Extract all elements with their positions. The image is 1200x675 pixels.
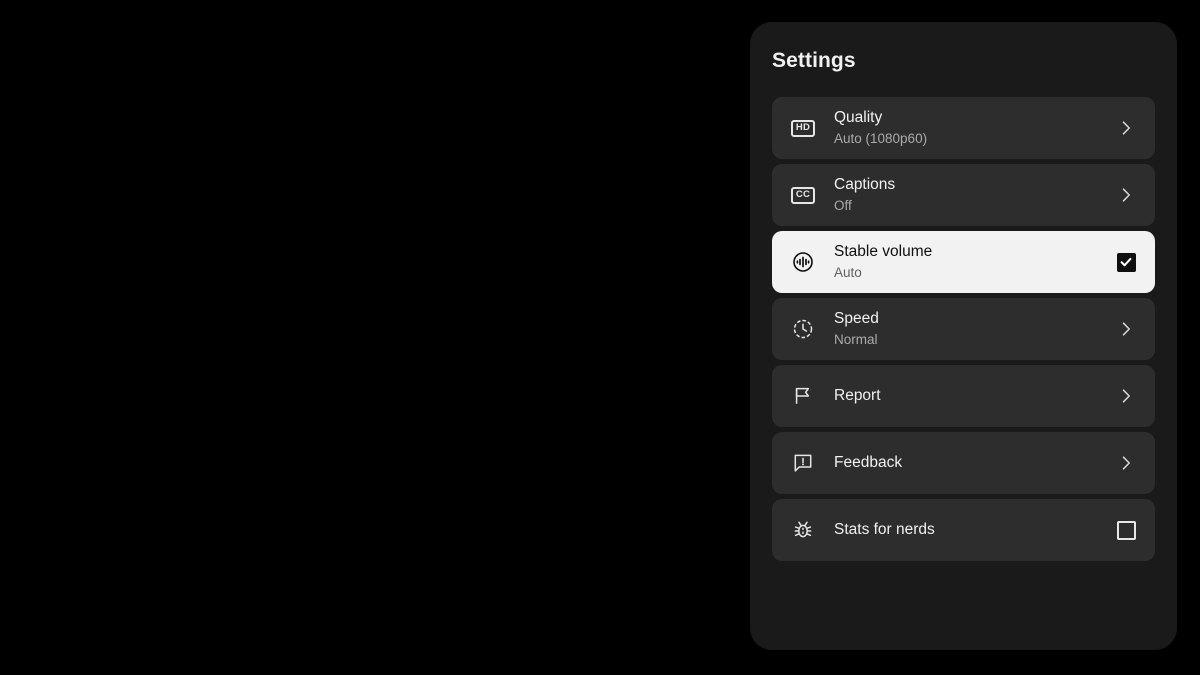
checkbox-checked[interactable] [1116,252,1136,272]
settings-row-speed[interactable]: Speed Normal [772,298,1155,360]
row-text-block: Stable volume Auto [834,242,1105,281]
settings-panel: Settings HD Quality Auto (1080p60) CC Capti… [750,22,1177,650]
row-value: Normal [834,331,878,347]
row-trailing-control[interactable] [1113,316,1139,342]
chevron-right-icon[interactable] [1116,185,1136,205]
video-player-surface: Settings HD Quality Auto (1080p60) CC Capti… [0,0,1200,675]
row-leading-icon [790,383,816,409]
row-text-block: Stats for nerds [834,520,1105,540]
row-leading-icon [790,316,816,342]
row-trailing-control[interactable] [1113,383,1139,409]
settings-row-feedback[interactable]: Feedback [772,432,1155,494]
chevron-right-icon[interactable] [1116,386,1136,406]
settings-menu-list: HD Quality Auto (1080p60) CC Captions Off St… [772,97,1155,561]
row-label: Speed [834,310,879,328]
settings-row-stable-volume[interactable]: Stable volume Auto [772,231,1155,293]
row-text-block: Captions Off [834,175,1105,214]
chevron-right-icon[interactable] [1116,319,1136,339]
row-value: Auto (1080p60) [834,130,928,146]
row-leading-icon: CC [790,182,816,208]
clock-icon [791,317,815,341]
settings-row-captions[interactable]: CC Captions Off [772,164,1155,226]
settings-row-report[interactable]: Report [772,365,1155,427]
page-title: Settings [772,49,856,72]
row-trailing-control[interactable] [1113,249,1139,275]
flag-icon [791,384,815,408]
row-trailing-control[interactable] [1113,182,1139,208]
cc-icon: CC [791,186,815,204]
chevron-right-icon[interactable] [1116,453,1136,473]
stable-volume-icon [791,250,815,274]
row-label: Stats for nerds [834,520,935,538]
hd-icon: HD [791,119,815,137]
chevron-right-icon[interactable] [1116,118,1136,138]
row-text-block: Feedback [834,453,1105,473]
row-label: Stable volume [834,243,933,261]
settings-row-quality[interactable]: HD Quality Auto (1080p60) [772,97,1155,159]
checkbox-unchecked[interactable] [1116,520,1136,540]
row-label: Feedback [834,453,903,471]
row-leading-icon [790,517,816,543]
row-value: Auto [834,264,862,280]
row-text-block: Quality Auto (1080p60) [834,108,1105,147]
row-leading-icon: HD [790,115,816,141]
feedback-icon [791,451,815,475]
row-label: Report [834,386,881,404]
row-label: Quality [834,109,883,127]
row-leading-icon [790,450,816,476]
settings-row-stats-for-nerds[interactable]: Stats for nerds [772,499,1155,561]
row-value: Off [834,197,852,213]
row-trailing-control[interactable] [1113,450,1139,476]
bug-icon [791,518,815,542]
row-text-block: Report [834,386,1105,406]
row-label: Captions [834,176,896,194]
row-trailing-control[interactable] [1113,115,1139,141]
row-leading-icon [790,249,816,275]
row-trailing-control[interactable] [1113,517,1139,543]
row-text-block: Speed Normal [834,309,1105,348]
